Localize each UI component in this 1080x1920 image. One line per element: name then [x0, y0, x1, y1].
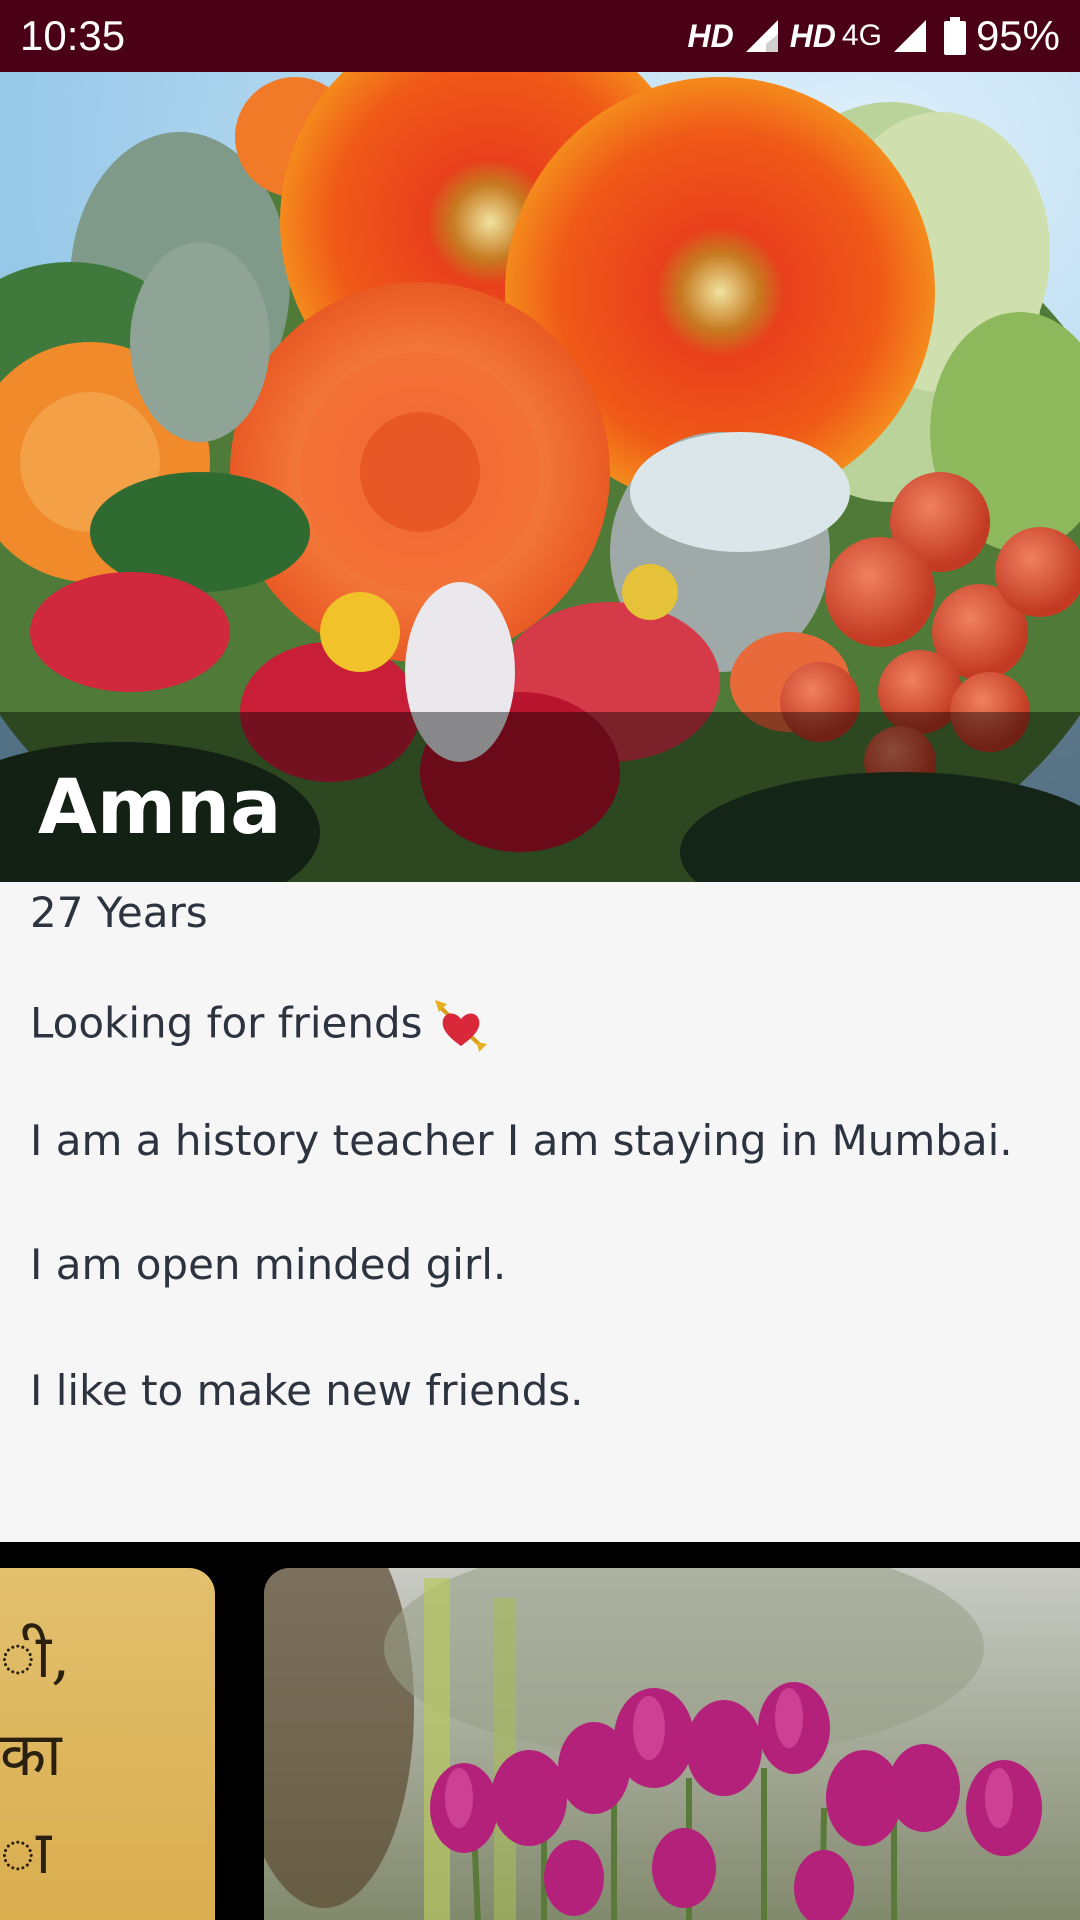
- gallery-card[interactable]: [264, 1568, 1080, 1920]
- battery-icon: [943, 17, 966, 55]
- profile-photo[interactable]: Amna: [0, 72, 1080, 882]
- signal-icon: [893, 20, 926, 52]
- bio-line: I am open minded girl.: [30, 1240, 507, 1289]
- gallery-card[interactable]: ी, का ा: [0, 1568, 215, 1920]
- status-time: 10:35: [20, 12, 126, 59]
- signal-icon: [745, 20, 778, 52]
- network-type: 4G: [841, 19, 882, 52]
- bio-text: Looking for friends: [30, 998, 423, 1048]
- bio-line: I am a history teacher I am staying in M…: [30, 1116, 1013, 1165]
- photo-gallery[interactable]: ी, का ा: [0, 1542, 1080, 1920]
- card-text-line: का: [0, 1720, 62, 1790]
- card-text-line: ा: [0, 1818, 52, 1888]
- profile-name: Amna: [38, 762, 282, 851]
- heart-with-arrow-icon: [434, 1000, 487, 1052]
- network-label-1: HD: [687, 17, 734, 54]
- battery-percent: 95%: [975, 12, 1060, 59]
- card-text: ी, का ा: [0, 1608, 70, 1902]
- status-icons: HD HD 4G 95%: [687, 12, 1060, 60]
- bio-line: Looking for friends: [30, 998, 489, 1054]
- bio-line: I like to make new friends.: [30, 1366, 584, 1415]
- profile-bio: 27 Years Looking for friends I am a hist…: [0, 882, 1080, 1542]
- status-bar: 10:35 HD HD 4G 95%: [0, 0, 1080, 72]
- card-text-line: ी,: [0, 1622, 71, 1692]
- tulips-image: [264, 1568, 1080, 1920]
- network-label-2: HD: [789, 17, 836, 54]
- profile-age: 27 Years: [30, 888, 208, 937]
